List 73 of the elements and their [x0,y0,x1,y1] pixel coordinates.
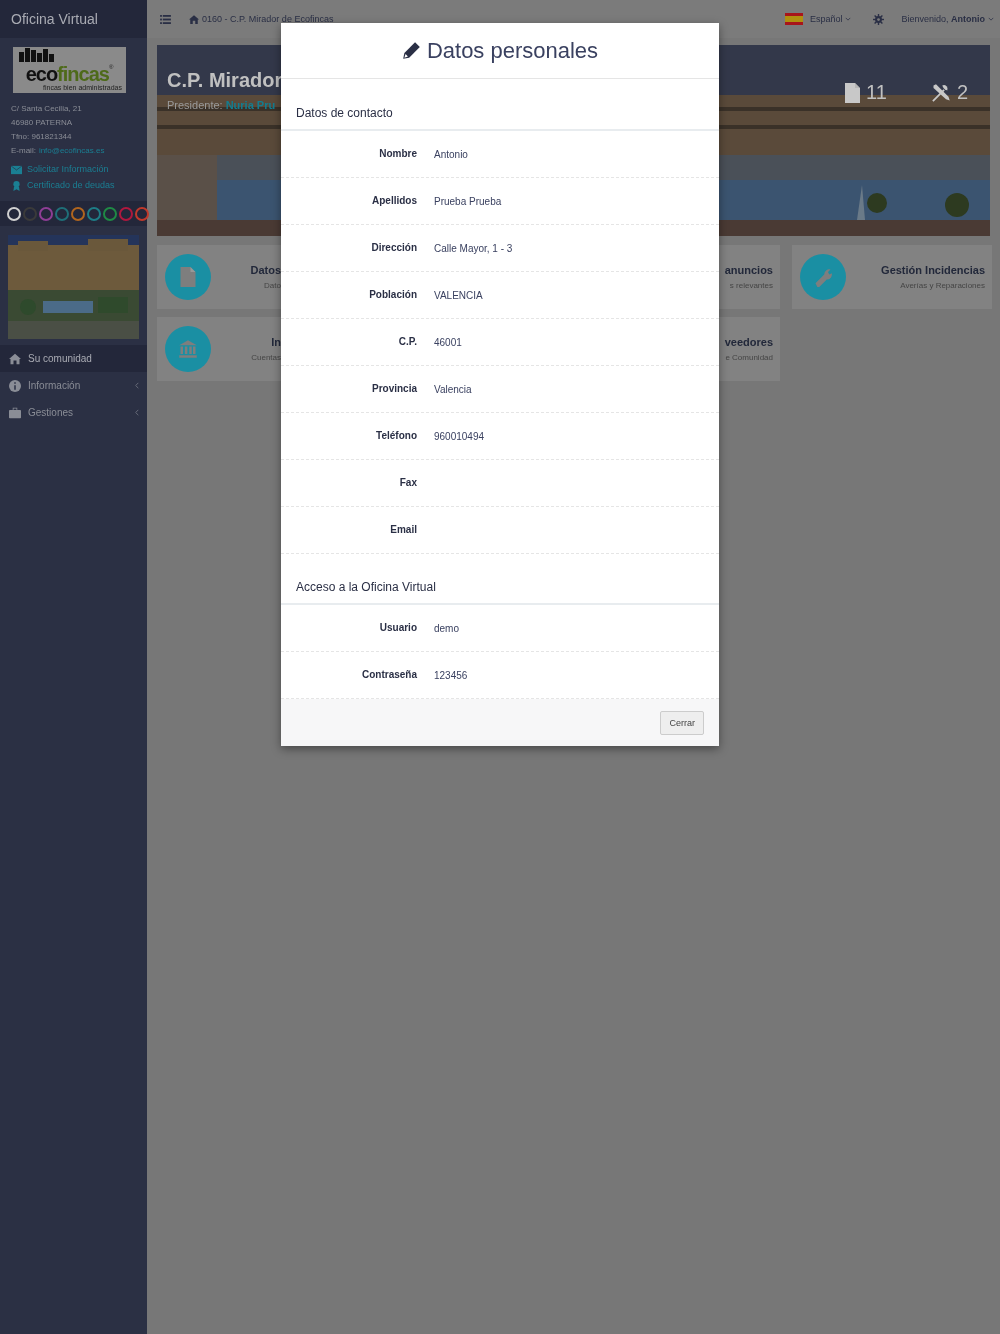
field-value: Antonio [434,148,468,160]
field-value: 46001 [434,336,462,348]
president-label: Presidente: [167,99,223,111]
sidebar-link[interactable]: Certificado de deudas [11,178,147,193]
logo-text: eco [25,64,58,84]
field-label: Apellidos [371,194,417,206]
modal-title: Datos personales [426,37,599,64]
user-menu[interactable]: Bienvenido, Antonio [901,14,994,24]
field-label: Teléfono [375,429,417,441]
section-heading: Acceso a la Oficina Virtual [281,554,719,605]
theme-swatch[interactable] [23,206,37,221]
field-label: Dirección [370,241,417,253]
tile-title: In [270,336,281,348]
city-skyline-icon [17,48,57,62]
email-link[interactable]: info@ecofincas.es [38,144,105,158]
field-label: Contraseña [361,668,417,680]
theme-swatch[interactable] [135,206,149,221]
address-line: 46980 PATERNA [11,117,74,129]
logo-text: fincas [57,64,109,84]
tools-icon [930,82,951,103]
field-value: VALENCIA [434,289,483,301]
field-value: Calle Mayor, 1 - 3 [434,242,513,254]
field-value: Valencia [434,383,472,395]
field-value: demo [434,622,459,634]
tile-title: anuncios [724,264,773,276]
field-value: Prueba Prueba [434,195,502,207]
address-line: Tfno: 961821344 [11,131,73,143]
home-icon [9,352,21,365]
theme-swatch[interactable] [55,206,69,221]
bank-icon [178,339,198,359]
field-label: Nombre [378,147,417,159]
email-label: E-mail: [11,145,36,157]
gear-icon [873,13,885,25]
stat-count: 11 [866,81,887,104]
theme-swatch[interactable] [39,206,53,221]
award-icon [11,180,22,191]
field-value: 960010494 [434,430,485,442]
close-button[interactable]: Cerrar [660,710,704,735]
document-icon [178,267,198,287]
briefcase-icon [9,406,21,419]
tile-title: Gestión Incidencias [881,264,985,276]
stat-count: 2 [956,81,968,104]
info-icon [9,379,21,392]
theme-swatch[interactable] [119,206,133,221]
field-label: Fax [398,476,417,488]
tile-title: Datos [250,264,281,276]
section-heading: Datos de contacto [281,79,719,131]
field-label: Usuario [378,621,417,633]
home-icon [189,14,199,24]
language-dropdown[interactable]: Español [809,14,852,24]
envelope-icon [11,164,22,175]
theme-swatch[interactable] [71,206,85,221]
menu-icon [160,14,171,24]
theme-swatch[interactable] [103,206,117,221]
theme-swatch[interactable] [87,206,101,221]
tile-title: veedores [724,336,773,348]
address-line: C/ Santa Cecilia, 21 [11,103,83,115]
field-label: Provincia [370,382,417,394]
field-value: 123456 [434,669,468,681]
app-title: Oficina Virtual [0,0,147,38]
sidebar-link[interactable]: Solicitar Información [11,162,147,177]
wrench-icon [813,267,833,287]
field-label: C.P. [397,335,417,347]
pencil-icon [401,41,421,60]
nav-item[interactable]: Información [0,372,147,399]
caret-icon [845,17,852,21]
caret-icon [988,17,994,21]
field-label: Email [389,523,417,535]
nav-item[interactable]: Gestiones [0,399,147,426]
nav-item[interactable]: Su comunidad [0,345,147,372]
breadcrumb[interactable]: 0160 - C.P. Mirador de Ecofincas [189,14,334,24]
field-label: Población [368,288,417,300]
spain-flag-icon [784,13,803,25]
